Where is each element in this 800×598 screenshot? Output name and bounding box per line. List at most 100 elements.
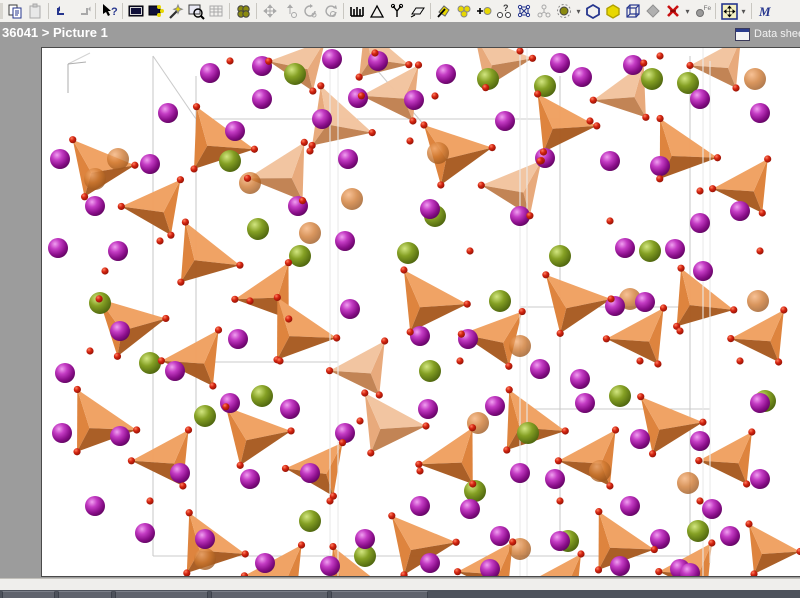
atom-red[interactable] — [317, 82, 325, 90]
atom-purple[interactable] — [220, 393, 240, 413]
atom-purple[interactable] — [52, 423, 72, 443]
atom-purple[interactable] — [252, 89, 272, 109]
auto-build-icon[interactable] — [166, 1, 186, 21]
atom-red[interactable] — [117, 202, 125, 211]
atom-red[interactable] — [405, 61, 413, 69]
atom-red[interactable] — [554, 457, 563, 465]
atom-red[interactable] — [561, 427, 569, 435]
atom-red[interactable] — [593, 122, 601, 130]
atom-purple[interactable] — [355, 529, 375, 549]
atom-red[interactable] — [637, 393, 645, 401]
atom-red[interactable] — [586, 117, 594, 125]
m-mode-icon[interactable]: M — [755, 1, 775, 21]
add-atom-icon[interactable] — [474, 1, 494, 21]
atom-red[interactable] — [265, 57, 273, 65]
atom-red[interactable] — [730, 306, 738, 314]
atom-red[interactable] — [503, 446, 511, 454]
atom-red[interactable] — [355, 73, 363, 81]
atom-purple[interactable] — [690, 213, 710, 233]
atom-purple[interactable] — [615, 238, 635, 258]
atom-red[interactable] — [190, 165, 198, 173]
atom-green[interactable] — [489, 290, 511, 312]
atom-purple[interactable] — [730, 201, 750, 221]
atom-purple[interactable] — [635, 292, 655, 312]
atom-purple[interactable] — [48, 238, 68, 258]
atom-red[interactable] — [162, 314, 170, 323]
atom-purple[interactable] — [702, 499, 722, 519]
atom-purple[interactable] — [495, 111, 515, 131]
atom-red[interactable] — [650, 545, 658, 554]
tetrahedron[interactable] — [749, 524, 800, 574]
crystal-structure-view[interactable] — [42, 48, 800, 577]
atom-green[interactable] — [549, 245, 571, 267]
tetrahedron[interactable] — [730, 310, 784, 362]
atom-green[interactable] — [609, 385, 631, 407]
atom-purple[interactable] — [170, 463, 190, 483]
atom-red[interactable] — [732, 84, 740, 92]
atom-purple[interactable] — [750, 393, 770, 413]
atom-red[interactable] — [656, 114, 664, 123]
atom-red[interactable] — [133, 426, 141, 434]
atom-red[interactable] — [371, 49, 379, 57]
atom-purple[interactable] — [418, 399, 438, 419]
atom-red[interactable] — [388, 512, 396, 520]
atom-red[interactable] — [368, 129, 376, 137]
data-sheet-tab[interactable]: Data sheet — [735, 26, 800, 42]
atom-green[interactable] — [247, 218, 269, 240]
atom-red[interactable] — [456, 357, 464, 365]
atom-purple[interactable] — [550, 53, 570, 73]
atom-red[interactable] — [156, 237, 164, 245]
atom-red[interactable] — [796, 547, 800, 556]
atom-red[interactable] — [113, 352, 122, 360]
atom-red[interactable] — [185, 509, 193, 517]
atom-red[interactable] — [775, 358, 783, 366]
atom-red[interactable] — [69, 136, 77, 144]
atom-red[interactable] — [534, 90, 542, 98]
fill-coordination-icon[interactable] — [434, 1, 454, 21]
tetrahedron[interactable] — [403, 270, 468, 332]
atom-red[interactable] — [356, 417, 364, 425]
atom-red[interactable] — [177, 278, 185, 286]
atom-purple[interactable] — [575, 393, 595, 413]
atom-red[interactable] — [241, 550, 249, 558]
atom-purple[interactable] — [436, 64, 456, 84]
atom-red[interactable] — [748, 428, 756, 436]
atom-purple[interactable] — [510, 463, 530, 483]
dropdown-caret[interactable]: ▾ — [574, 1, 583, 21]
atom-purple[interactable] — [85, 496, 105, 516]
atom-red[interactable] — [131, 161, 139, 169]
atom-orange[interactable] — [107, 148, 129, 170]
atom-purple[interactable] — [460, 499, 480, 519]
atom-purple[interactable] — [335, 423, 355, 443]
atom-purple[interactable] — [690, 431, 710, 451]
atom-red[interactable] — [357, 92, 365, 100]
atom-red[interactable] — [73, 385, 81, 394]
atom-red[interactable] — [406, 328, 414, 336]
tetrahedron[interactable] — [545, 266, 615, 334]
atom-purple[interactable] — [165, 361, 185, 381]
atom-purple[interactable] — [485, 396, 505, 416]
atom-red[interactable] — [183, 569, 191, 576]
atom-red[interactable] — [273, 293, 281, 302]
atom-red[interactable] — [469, 480, 477, 488]
atom-red[interactable] — [505, 386, 513, 394]
tetrahedron[interactable] — [181, 512, 250, 577]
atom-purple[interactable] — [530, 359, 550, 379]
atom-red[interactable] — [181, 218, 189, 226]
atom-purple[interactable] — [135, 523, 155, 543]
atom-red[interactable] — [743, 480, 751, 488]
atom-red[interactable] — [414, 61, 423, 69]
atom-red[interactable] — [246, 297, 254, 305]
atom-red[interactable] — [367, 449, 375, 457]
atom-purple[interactable] — [572, 67, 592, 87]
atom-purple[interactable] — [630, 429, 650, 449]
atom-red[interactable] — [209, 382, 217, 390]
atom-red[interactable] — [594, 566, 603, 574]
atom-red[interactable] — [536, 157, 544, 165]
tetrahedron[interactable] — [530, 554, 581, 577]
atom-red[interactable] — [250, 145, 259, 153]
atom-red[interactable] — [437, 181, 445, 189]
atom-red[interactable] — [611, 426, 620, 434]
atom-purple[interactable] — [410, 496, 430, 516]
atom-red[interactable] — [236, 461, 244, 469]
